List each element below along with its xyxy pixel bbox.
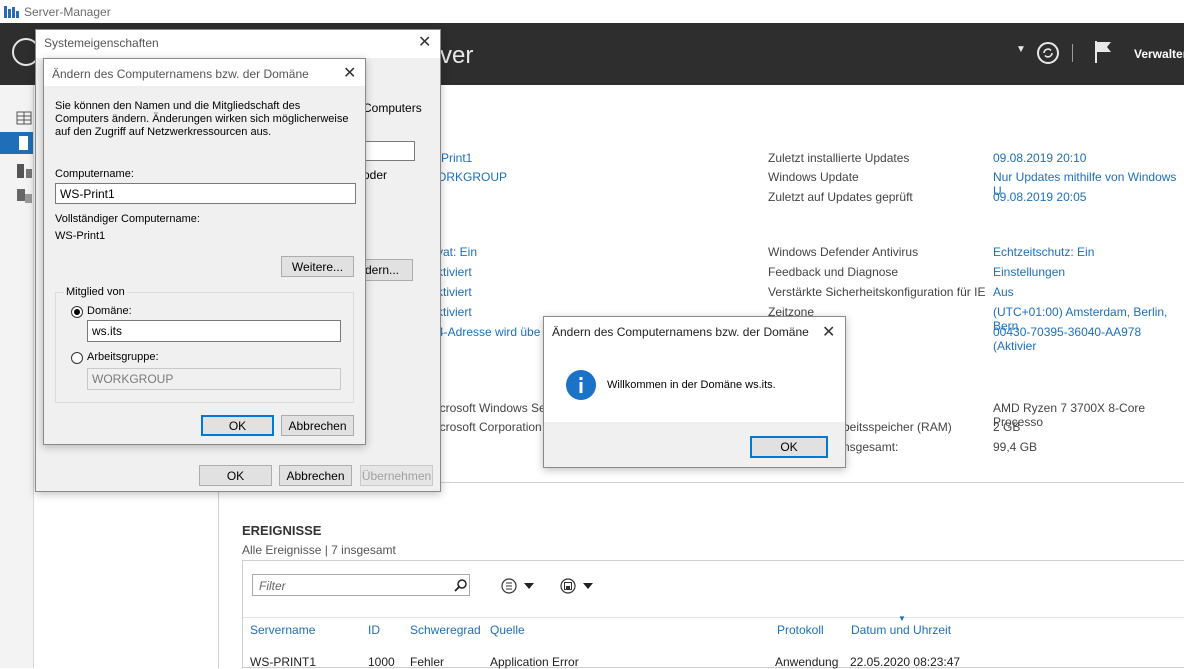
computer-name-label: Computername:: [55, 168, 134, 180]
local-server-icon[interactable]: [0, 132, 33, 154]
domain-input[interactable]: ws.its: [87, 320, 341, 342]
prop-key: nsgesamt:: [843, 440, 899, 454]
prop-value-link[interactable]: Einstellungen: [993, 265, 1065, 279]
computer-name-link[interactable]: -Print1: [437, 151, 472, 165]
prop-key: Zuletzt installierte Updates: [768, 151, 910, 165]
remote-mgmt-link[interactable]: ktiviert: [437, 265, 472, 279]
col-log[interactable]: Protokoll: [777, 623, 824, 637]
col-source[interactable]: Quelle: [490, 623, 525, 637]
close-icon[interactable]: ✕: [822, 322, 835, 342]
workgroup-input: WORKGROUP: [87, 368, 341, 390]
cell-source: Application Error: [490, 655, 579, 669]
cell-datetime: 22.05.2020 08:23:47: [850, 655, 961, 669]
prop-value: 2 GB: [993, 420, 1021, 434]
workgroup-label: Arbeitsgruppe:: [87, 351, 159, 363]
flag-icon[interactable]: [1092, 40, 1114, 64]
content-border: [218, 482, 219, 668]
domain-label: Domäne:: [87, 305, 132, 317]
prop-value-link[interactable]: 00430-70395-36040-AA978 (Aktivier: [993, 325, 1184, 353]
app-icon: [4, 6, 19, 18]
apply-button: Übernehmen: [360, 465, 433, 486]
prop-key: beitsspeicher (RAM): [843, 420, 952, 434]
header-divider: [243, 617, 1184, 618]
dropdown-arrow-icon[interactable]: ▼: [1016, 44, 1026, 55]
computer-name-input[interactable]: WS-Print1: [55, 183, 356, 204]
prop-value-link[interactable]: 09.08.2019 20:05: [993, 190, 1086, 204]
rename-computer-dialog: Ändern des Computernamens bzw. der Domän…: [43, 58, 366, 445]
list-view-icon[interactable]: [500, 577, 540, 595]
refresh-icon[interactable]: [1037, 42, 1059, 64]
prop-value: AMD Ryzen 7 3700X 8-Core Processo: [993, 401, 1146, 429]
cancel-button[interactable]: Abbrechen: [279, 465, 352, 486]
col-severity[interactable]: Schweregrad: [410, 623, 481, 637]
dialog-description: Sie können den Namen und die Mitgliedsch…: [55, 100, 349, 138]
filter-input[interactable]: Filter: [252, 574, 470, 596]
col-id[interactable]: ID: [368, 623, 380, 637]
behind-text: Computers: [363, 101, 422, 115]
workgroup-radio[interactable]: [71, 352, 83, 364]
prop-value-link[interactable]: Echtzeitschutz: Ein: [993, 245, 1094, 259]
close-icon[interactable]: ✕: [343, 63, 356, 83]
dialog-title: Ändern des Computernamens bzw. der Domän…: [552, 325, 809, 339]
prop-value-link[interactable]: 09.08.2019 20:10: [993, 151, 1086, 165]
ok-button[interactable]: OK: [750, 436, 828, 458]
hardware-value: icrosoft Corporation: [437, 420, 542, 434]
member-of-label: Mitglied von: [64, 286, 127, 298]
col-datetime[interactable]: Datum und Uhrzeit: [851, 623, 951, 637]
prop-value-link[interactable]: Aus: [993, 285, 1014, 299]
nic-teaming-link[interactable]: ktiviert: [437, 305, 472, 319]
close-icon[interactable]: ✕: [418, 32, 431, 52]
table-row[interactable]: WS-PRINT1 1000 Fehler Application Error …: [243, 648, 1184, 669]
cancel-button[interactable]: Abbrechen: [281, 415, 354, 436]
cell-severity: Fehler: [410, 655, 445, 669]
behind-text: oder: [363, 168, 388, 182]
os-value: icrosoft Windows Se: [437, 401, 546, 415]
prop-key: Verstärkte Sicherheitskonfiguration für …: [768, 285, 986, 299]
change-button[interactable]: dern...: [358, 259, 413, 281]
page-title: ver: [440, 42, 474, 69]
prop-key: Zuletzt auf Updates geprüft: [768, 190, 913, 204]
welcome-message: Willkommen in der Domäne ws.its.: [607, 379, 776, 391]
save-icon[interactable]: [559, 577, 599, 595]
prop-key: Windows Update: [768, 170, 859, 184]
events-title: EREIGNISSE: [242, 523, 322, 538]
content-border: [440, 482, 1184, 483]
events-subtitle: Alle Ereignisse | 7 insgesamt: [242, 543, 396, 557]
header-separator: [1072, 44, 1073, 62]
full-name-value: WS-Print1: [55, 230, 106, 242]
full-name-label: Vollständiger Computername:: [55, 213, 200, 225]
prop-key: Windows Defender Antivirus: [768, 245, 919, 259]
welcome-dialog: Ändern des Computernamens bzw. der Domän…: [543, 316, 846, 468]
firewall-link[interactable]: vat: Ein: [437, 245, 477, 259]
cell-id: 1000: [368, 655, 395, 669]
dialog-title: Systemeigenschaften: [44, 36, 159, 50]
dashboard-icon[interactable]: [0, 108, 33, 130]
prop-key: Feedback und Diagnose: [768, 265, 899, 279]
description-field[interactable]: [358, 141, 415, 161]
ok-button[interactable]: OK: [201, 415, 274, 436]
remote-desktop-link[interactable]: ktiviert: [437, 285, 472, 299]
window-titlebar: Server-Manager: [0, 0, 1184, 23]
manage-menu[interactable]: Verwalter: [1134, 47, 1184, 61]
window-title: Server-Manager: [24, 5, 111, 19]
more-button[interactable]: Weitere...: [281, 256, 354, 277]
ok-button[interactable]: OK: [199, 465, 272, 486]
cell-servername: WS-PRINT1: [250, 655, 316, 669]
workgroup-link[interactable]: ORKGROUP: [437, 170, 507, 184]
all-servers-icon[interactable]: [0, 160, 33, 182]
info-icon: [566, 370, 596, 400]
prop-value: 99,4 GB: [993, 440, 1038, 454]
col-servername[interactable]: Servername: [250, 623, 315, 637]
ethernet-link[interactable]: 4-Adresse wird übe: [437, 325, 540, 339]
cell-log: Anwendung: [775, 655, 839, 669]
sort-arrow-icon: ▼: [898, 614, 906, 623]
domain-radio[interactable]: [71, 306, 83, 318]
dialog-title: Ändern des Computernamens bzw. der Domän…: [52, 67, 309, 81]
search-icon[interactable]: [454, 578, 468, 592]
file-services-icon[interactable]: [0, 185, 33, 207]
